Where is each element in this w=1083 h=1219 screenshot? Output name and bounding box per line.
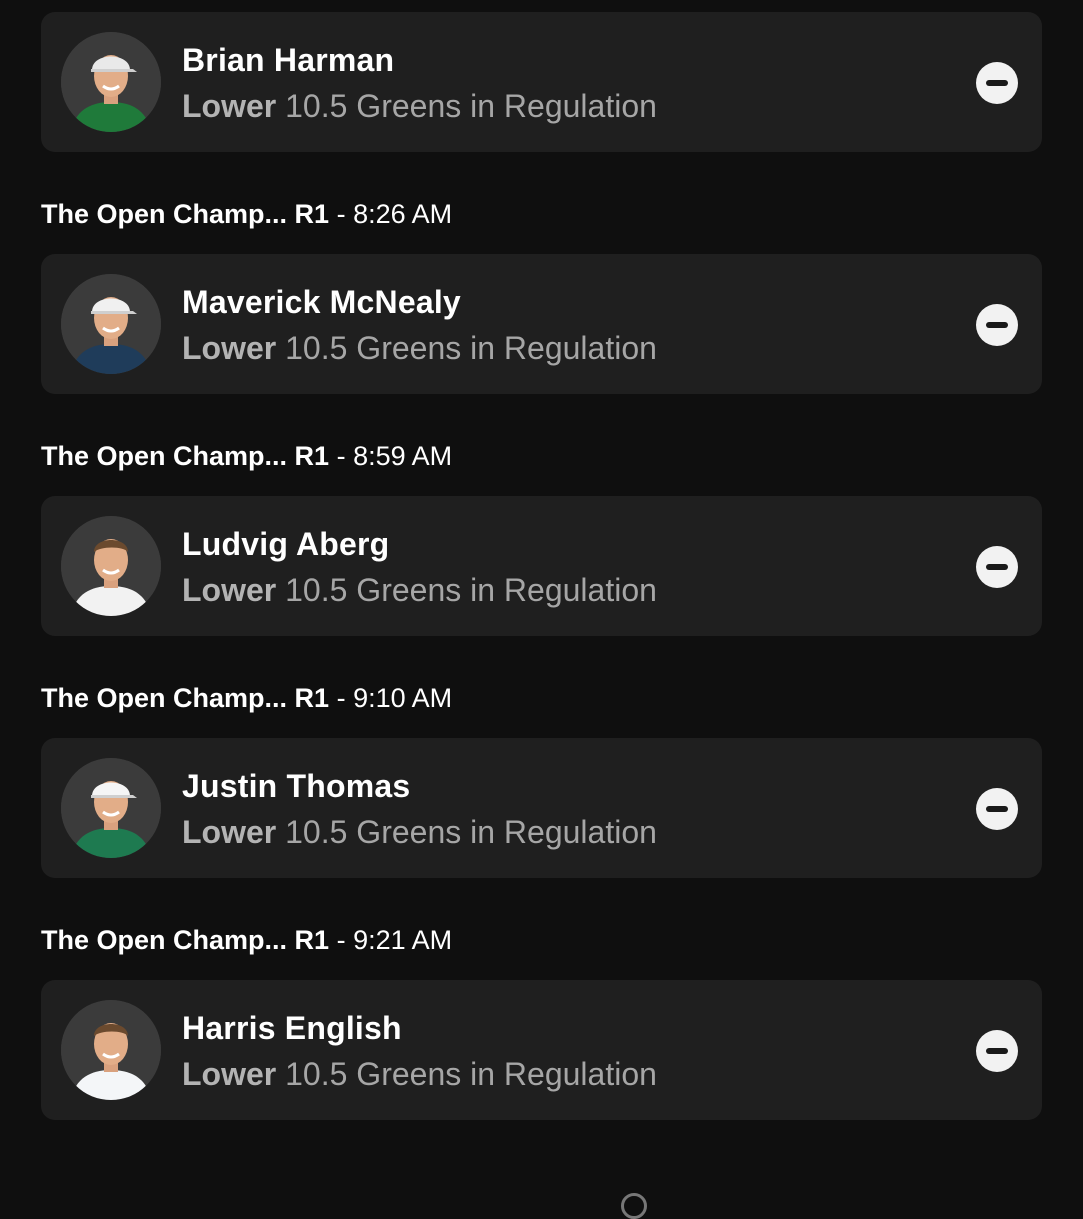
pick-card[interactable]: Ludvig Aberg Lower 10.5 Greens in Regulat… [41,496,1042,636]
pick-card[interactable]: Harris English Lower 10.5 Greens in Regul… [41,980,1042,1120]
event-name: The Open Champ... R1 [41,441,330,471]
pick-card[interactable]: Brian Harman Lower 10.5 Greens in Regulat… [41,12,1042,152]
player-headshot-icon [61,1000,161,1100]
event-time: 8:59 AM [353,441,453,471]
player-avatar [61,1000,161,1100]
player-headshot-icon [61,516,161,616]
event-separator: - [336,199,346,229]
event-time: 8:26 AM [353,199,453,229]
event-separator: - [336,683,346,713]
pick-direction: Lower [182,88,277,124]
remove-pick-button[interactable] [976,62,1018,104]
event-header: The Open Champ... R1 - 9:21 AM [41,878,1083,980]
minus-circle-icon [986,322,1008,328]
remove-pick-button[interactable] [976,788,1018,830]
minus-circle-icon [986,806,1008,812]
event-header: The Open Champ... R1 - 9:10 AM [41,636,1083,738]
player-name: Brian Harman [182,42,395,78]
event-header: The Open Champ... R1 - 8:59 AM [41,394,1083,496]
stat-name: Greens in Regulation [356,572,657,608]
player-headshot-icon [61,758,161,858]
event-name: The Open Champ... R1 [41,683,330,713]
pick-direction: Lower [182,572,277,608]
pick-card[interactable]: Maverick McNealy Lower 10.5 Greens in Reg… [41,254,1042,394]
line-value: 10.5 [285,1056,348,1092]
minus-circle-icon [986,564,1008,570]
event-time: 9:21 AM [353,925,453,955]
line-value: 10.5 [285,572,348,608]
picks-list: Brian Harman Lower 10.5 Greens in Regulat… [0,12,1083,1120]
remove-pick-button[interactable] [976,304,1018,346]
pick-direction: Lower [182,814,277,850]
pick-line: Lower 10.5 Greens in Regulation [182,88,657,125]
scroll-indicator[interactable] [621,1193,647,1219]
event-time: 9:10 AM [353,683,453,713]
stat-name: Greens in Regulation [356,814,657,850]
pick-line: Lower 10.5 Greens in Regulation [182,814,657,851]
pick-direction: Lower [182,330,277,366]
event-header: The Open Champ... R1 - 8:26 AM [41,152,1083,254]
event-name: The Open Champ... R1 [41,199,330,229]
pick-line: Lower 10.5 Greens in Regulation [182,572,657,609]
line-value: 10.5 [285,814,348,850]
event-header-text: The Open Champ... R1 - 8:26 AM [41,199,452,230]
player-avatar [61,32,161,132]
event-name: The Open Champ... R1 [41,925,330,955]
player-name: Ludvig Aberg [182,526,390,562]
line-value: 10.5 [285,330,348,366]
stat-name: Greens in Regulation [356,330,657,366]
minus-circle-icon [986,1048,1008,1054]
event-separator: - [336,925,346,955]
pick-line: Lower 10.5 Greens in Regulation [182,1056,657,1093]
player-avatar [61,516,161,616]
stat-name: Greens in Regulation [356,1056,657,1092]
pick-card[interactable]: Justin Thomas Lower 10.5 Greens in Regula… [41,738,1042,878]
event-separator: - [336,441,346,471]
player-avatar [61,758,161,858]
event-header-text: The Open Champ... R1 - 9:10 AM [41,683,452,714]
pick-direction: Lower [182,1056,277,1092]
player-name: Justin Thomas [182,768,411,804]
minus-circle-icon [986,80,1008,86]
player-name: Harris English [182,1010,402,1046]
player-headshot-icon [61,274,161,374]
player-headshot-icon [61,32,161,132]
player-name: Maverick McNealy [182,284,461,320]
player-avatar [61,274,161,374]
stat-name: Greens in Regulation [356,88,657,124]
remove-pick-button[interactable] [976,1030,1018,1072]
line-value: 10.5 [285,88,348,124]
event-header-text: The Open Champ... R1 - 9:21 AM [41,925,452,956]
pick-line: Lower 10.5 Greens in Regulation [182,330,657,367]
event-header-text: The Open Champ... R1 - 8:59 AM [41,441,452,472]
remove-pick-button[interactable] [976,546,1018,588]
